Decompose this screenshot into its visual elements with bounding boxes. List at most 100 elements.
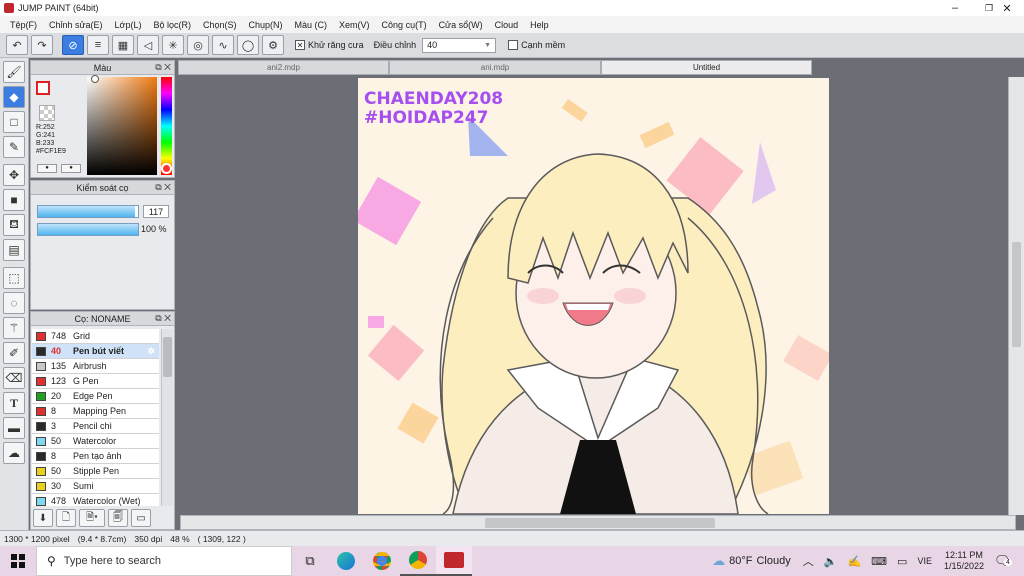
soft-edge-checkbox[interactable]	[508, 40, 519, 50]
select-rect-tool[interactable]: ⬚	[3, 267, 25, 289]
brush-item[interactable]: 50 Watercolor	[32, 434, 159, 449]
remove-color-button[interactable]: ●	[61, 164, 81, 173]
brush-item[interactable]: 8 Mapping Pen	[32, 404, 159, 419]
brush-item[interactable]: 748 Grid	[32, 329, 159, 344]
menu-select[interactable]: Chọn(S)	[197, 20, 243, 30]
grid-snap-button[interactable]: ▦	[112, 35, 134, 55]
start-button[interactable]	[0, 546, 36, 576]
lasso-tool[interactable]: ◌	[3, 292, 25, 314]
drawing-canvas[interactable]: CHAENDAY208 #HOIDAP247	[358, 78, 829, 514]
weather-widget[interactable]: ☁ 80°F Cloudy	[712, 553, 791, 569]
jump-paint-button[interactable]	[436, 546, 472, 576]
menu-edit[interactable]: Chỉnh sửa(E)	[43, 20, 109, 30]
add-color-button[interactable]: ●	[37, 164, 57, 173]
hue-cursor[interactable]	[161, 163, 172, 174]
antialias-toggle[interactable]: ✕ Khử răng cưa	[295, 40, 364, 50]
gradient-tool[interactable]: ▤	[3, 239, 25, 261]
divider-tool[interactable]: ▬	[3, 417, 25, 439]
menu-help[interactable]: Help	[524, 20, 555, 30]
menu-file[interactable]: Tệp(F)	[4, 20, 43, 30]
brush-size-slider[interactable]	[37, 205, 139, 218]
brush-size-field[interactable]: 117	[143, 205, 169, 218]
chrome-button-2[interactable]	[400, 546, 436, 576]
tab-untitled[interactable]: Untitled	[601, 60, 812, 75]
display-icon[interactable]: ▭	[897, 555, 907, 568]
redo-button[interactable]: ↷	[31, 35, 53, 55]
perspective-snap-button[interactable]: ◁	[137, 35, 159, 55]
move-tool[interactable]: ✥	[3, 164, 25, 186]
picker-cursor[interactable]	[91, 75, 99, 83]
taskbar-search[interactable]: ⚲ Type here to search	[36, 546, 292, 576]
rectangle-tool[interactable]: □	[3, 111, 25, 133]
tab-ani[interactable]: ani.mdp	[389, 60, 601, 75]
brush-tool[interactable]: 🖌	[3, 61, 25, 83]
menu-color[interactable]: Màu (C)	[289, 20, 334, 30]
close-button[interactable]: ✕	[990, 0, 1024, 16]
vertical-scroll-thumb[interactable]	[1012, 242, 1021, 347]
hue-slider[interactable]	[161, 77, 172, 175]
task-view-button[interactable]: ⧉	[292, 553, 328, 569]
menu-view[interactable]: Xem(V)	[333, 20, 376, 30]
keyboard-icon[interactable]: ⌨	[871, 555, 887, 568]
brush-opacity-slider[interactable]	[37, 223, 139, 236]
transparent-swatch[interactable]	[39, 105, 55, 121]
fill-rect-tool[interactable]: ■	[3, 189, 25, 211]
soft-edge-toggle[interactable]: Cạnh mềm	[508, 40, 565, 50]
panel-buttons[interactable]: ⧉ ✕	[155, 62, 171, 73]
menu-window[interactable]: Cửa sổ(W)	[433, 20, 489, 30]
eraser-tool[interactable]: ◆	[3, 86, 25, 108]
bucket-tool[interactable]: ⛾	[3, 214, 25, 236]
tab-ani2[interactable]: ani2.mdp	[178, 60, 389, 75]
panel-buttons[interactable]: ⧉ ✕	[155, 313, 171, 324]
brush-item[interactable]: 40 Pen bút viết ✲	[32, 344, 159, 359]
menu-cloud[interactable]: Cloud	[489, 20, 525, 30]
panel-buttons[interactable]: ⧉ ✕	[155, 182, 171, 193]
brush-item[interactable]: 135 Airbrush	[32, 359, 159, 374]
radial-snap-button[interactable]: ✳	[162, 35, 184, 55]
concentric-snap-button[interactable]: ◎	[187, 35, 209, 55]
edge-button[interactable]	[328, 552, 364, 570]
menu-snap[interactable]: Chụp(N)	[243, 20, 289, 30]
brush-download-button[interactable]: ⬇	[33, 509, 53, 527]
language-indicator[interactable]: VIE	[917, 556, 932, 566]
brush-folder-button[interactable]: ▭	[131, 509, 151, 527]
brush-item[interactable]: 50 Stipple Pen	[32, 464, 159, 479]
select-pen-tool[interactable]: ✐	[3, 342, 25, 364]
chevron-up-icon[interactable]: ︿	[803, 553, 814, 569]
pen-icon[interactable]: ✍	[847, 555, 861, 568]
notification-button[interactable]: 🗨 4	[994, 553, 1018, 569]
parallel-snap-button[interactable]: ≡	[87, 35, 109, 55]
curve-snap-button[interactable]: ∿	[212, 35, 234, 55]
brush-item[interactable]: 8 Pen tạo ảnh	[32, 449, 159, 464]
brush-list-scrollbar[interactable]	[161, 329, 173, 506]
brush-menu-button[interactable]: 🗎▾	[79, 509, 105, 527]
brush-item[interactable]: 123 G Pen	[32, 374, 159, 389]
snap-off-button[interactable]: ⊘	[62, 35, 84, 55]
horizontal-scrollbar[interactable]	[180, 515, 1016, 530]
horizontal-scroll-thumb[interactable]	[485, 518, 715, 528]
pen-tool[interactable]: ✎	[3, 136, 25, 158]
speaker-icon[interactable]: 🔈	[824, 555, 838, 568]
brush-item[interactable]: 3 Pencil chì	[32, 419, 159, 434]
menu-tools[interactable]: Công cụ(T)	[376, 20, 433, 30]
minimize-button[interactable]: –	[938, 0, 972, 16]
brush-item[interactable]: 478 Watercolor (Wet)	[32, 494, 159, 506]
cloud-tool[interactable]: ☁	[3, 442, 25, 464]
brush-item[interactable]: 20 Edge Pen	[32, 389, 159, 404]
magic-wand-tool[interactable]: ⚚	[3, 317, 25, 339]
undo-button[interactable]: ↶	[6, 35, 28, 55]
saturation-value-picker[interactable]	[87, 77, 157, 175]
select-eraser-tool[interactable]: ⌫	[3, 367, 25, 389]
vertical-scrollbar[interactable]	[1008, 77, 1024, 515]
clock[interactable]: 12:11 PM 1/15/2022	[944, 550, 984, 572]
brush-settings-icon[interactable]: ✲	[147, 346, 155, 357]
brush-settings-button[interactable]: 🗐	[108, 509, 128, 527]
new-brush-button[interactable]: 🗋	[56, 509, 76, 527]
chrome-button[interactable]	[364, 552, 400, 570]
snap-settings-button[interactable]: ⚙	[262, 35, 284, 55]
ellipse-snap-button[interactable]: ◯	[237, 35, 259, 55]
foreground-color-swatch[interactable]	[36, 81, 50, 95]
brush-list-scroll-thumb[interactable]	[163, 337, 172, 377]
text-tool[interactable]: T	[3, 392, 25, 414]
brush-item[interactable]: 30 Sumi	[32, 479, 159, 494]
